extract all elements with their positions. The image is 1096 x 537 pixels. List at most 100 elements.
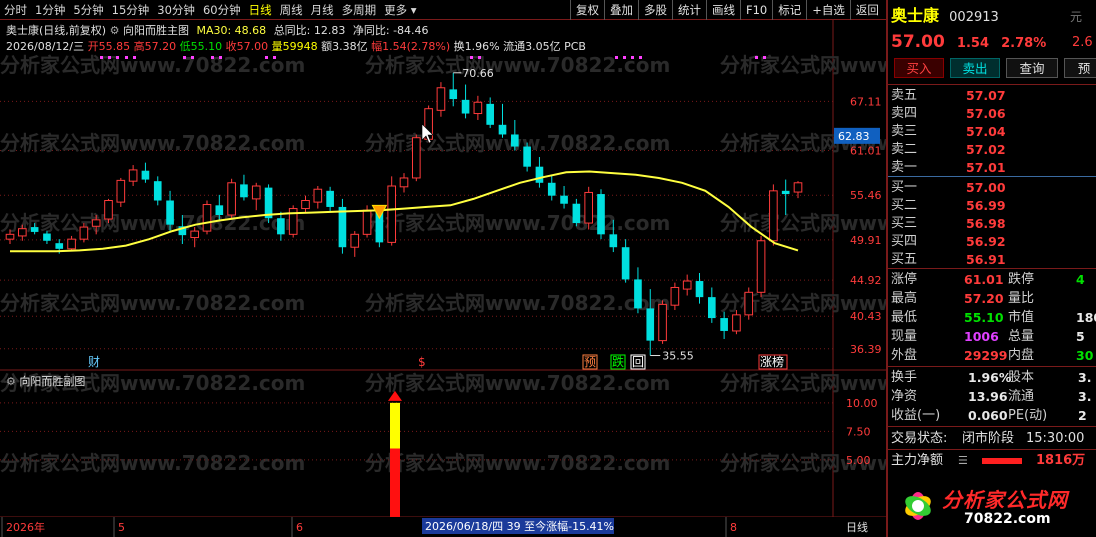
signal-dot: [265, 56, 268, 59]
settings-gear-icon[interactable]: ⚙: [110, 24, 120, 37]
event-marker: 回: [632, 355, 644, 369]
price-row: 57.00 1.54 2.78%: [891, 33, 1046, 55]
sub-tick-label: 5.00: [846, 454, 871, 467]
sub-chart-header: ⚙ 向阳而胜副图: [6, 373, 85, 389]
stat-value: 55.10: [964, 310, 1004, 325]
add-watchlist-button[interactable]: +自选: [806, 0, 850, 20]
period-tab-more[interactable]: 更多 ▾: [380, 0, 420, 20]
bid-row: 买五 56.91: [888, 251, 1096, 269]
watermark-text: 分析家公式网www.70822.com: [0, 291, 305, 315]
event-marker: $: [418, 355, 426, 369]
candle-body: [510, 134, 519, 147]
overlay-button[interactable]: 叠加: [604, 0, 638, 20]
bid-label: 买三: [891, 216, 918, 231]
stat-label: 量比: [1008, 291, 1035, 306]
price-change-pct: 2.78%: [1001, 36, 1047, 51]
candle-body: [486, 103, 495, 125]
period-tab-monthly[interactable]: 月线: [307, 0, 338, 20]
candle-body: [55, 243, 64, 249]
signal-dot: [116, 56, 119, 59]
cursor-info: 2026/06/18/四 39 至今涨幅-15.41%: [425, 519, 614, 533]
period-tab-intraday[interactable]: 分时: [0, 0, 31, 20]
candle-body: [17, 228, 27, 237]
mark-button[interactable]: 标记: [772, 0, 806, 20]
candle-body: [399, 177, 409, 188]
bid-price: 56.91: [966, 252, 1006, 267]
list-icon[interactable]: ☰: [958, 452, 968, 470]
event-marker: 财: [88, 355, 100, 369]
stat-row: 收益(一) 0.060 PE(动) 2: [888, 407, 1096, 425]
bid-row: 买三 56.98: [888, 215, 1096, 233]
candle-body: [597, 194, 605, 235]
sector-tag[interactable]: PCB: [564, 40, 586, 53]
bid-label: 买五: [891, 252, 918, 267]
candle-body: [793, 182, 803, 193]
back-button[interactable]: 返回: [849, 0, 884, 20]
price-tick-label: 44.92: [850, 274, 882, 287]
stat-label: 最高: [891, 291, 918, 306]
indicator-name[interactable]: 向阳而胜主图: [123, 24, 189, 37]
last-price: 57.00: [891, 32, 945, 52]
candle-body: [634, 279, 642, 309]
event-marker: 跌: [612, 354, 624, 369]
kline-chart[interactable]: 分析家公式网www.70822.com 分析家公式网www.70822.com 分析…: [0, 20, 886, 537]
buy-button[interactable]: 买入: [894, 58, 944, 78]
net-yoy: 净同比: -84.46: [352, 24, 429, 37]
sell-button[interactable]: 卖出: [950, 58, 1000, 78]
stat-label: 流通: [1008, 389, 1035, 404]
watermark-text: 分析家公式网www.70822.com: [0, 451, 305, 475]
unit-label: 元: [1070, 10, 1083, 24]
x-tick-label: 2026年: [6, 520, 45, 534]
preorder-button[interactable]: 预: [1064, 58, 1096, 78]
trade-time: 15:30:00: [1026, 431, 1085, 446]
ohlc-open: 开55.85: [87, 40, 131, 53]
multi-stock-button[interactable]: 多股: [638, 0, 672, 20]
period-tab-daily[interactable]: 日线: [245, 0, 276, 20]
sub-indicator-name[interactable]: 向阳而胜副图: [19, 375, 85, 388]
candle-body: [141, 170, 150, 180]
candle-body: [584, 191, 594, 224]
candle-body: [251, 185, 261, 200]
divider: [888, 426, 1096, 427]
current-price-tag: 62.83: [838, 130, 870, 143]
settings-gear-icon[interactable]: ⚙: [6, 375, 16, 388]
bid-row: 买四 56.92: [888, 233, 1096, 251]
signal-dot: [615, 56, 618, 59]
period-tab-5min[interactable]: 5分钟: [69, 0, 107, 20]
bid-label: 买四: [891, 234, 918, 249]
stock-header: 奥士康 002913: [891, 6, 999, 26]
signal-dot: [183, 56, 186, 59]
candle-body: [473, 101, 483, 115]
candle-body: [43, 233, 51, 241]
adjust-button[interactable]: 复权: [570, 0, 604, 20]
period-tab-15min[interactable]: 15分钟: [108, 0, 154, 20]
chart-header-line: 奥士康(日线,前复权) ⚙ 向阳而胜主图 MA30: 48.68 总同比: 12…: [6, 22, 429, 38]
price-tick-label: 49.91: [850, 234, 882, 247]
stock-name: 奥士康: [891, 6, 940, 25]
f10-button[interactable]: F10: [740, 0, 772, 20]
ask-price: 57.01: [966, 160, 1006, 175]
divider: [888, 84, 1096, 85]
stat-value: 3.: [1078, 370, 1092, 385]
signal-dot: [100, 56, 103, 59]
query-button[interactable]: 查询: [1006, 58, 1058, 78]
signal-dot: [273, 56, 276, 59]
candle-body: [560, 195, 568, 204]
period-tab-1min[interactable]: 1分钟: [31, 0, 69, 20]
period-tab-60min[interactable]: 60分钟: [199, 0, 245, 20]
period-tab-weekly[interactable]: 周线: [276, 0, 307, 20]
price-tick-label: 67.11: [850, 95, 882, 108]
stat-label: PE(动): [1008, 408, 1048, 423]
watermark-text: 分析家公式网www.70822.com: [365, 291, 670, 315]
signal-dot: [631, 56, 634, 59]
stat-label: 净资: [891, 389, 918, 404]
price-tick-label: 61.01: [850, 144, 882, 157]
period-tab-30min[interactable]: 30分钟: [153, 0, 199, 20]
period-tab-multi[interactable]: 多周期: [338, 0, 381, 20]
candle-body: [744, 291, 754, 316]
bid-label: 买一: [891, 180, 918, 195]
stats-button[interactable]: 统计: [672, 0, 706, 20]
more-label: 更多: [384, 2, 408, 17]
candle-body: [91, 219, 101, 227]
draw-line-button[interactable]: 画线: [706, 0, 740, 20]
